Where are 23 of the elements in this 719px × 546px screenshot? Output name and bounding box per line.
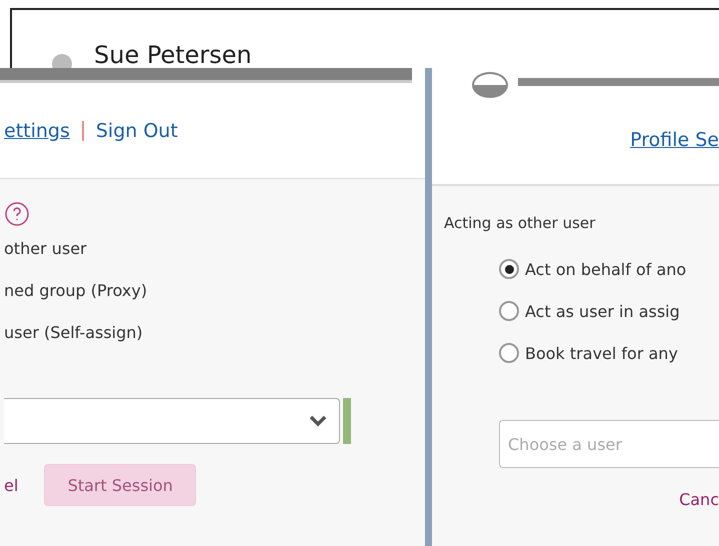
- help-icon[interactable]: [4, 201, 30, 227]
- option-label: other user: [4, 238, 88, 260]
- settings-link[interactable]: ettings: [4, 120, 70, 142]
- option-label: user (Self-assign): [4, 322, 144, 344]
- cancel-link[interactable]: el: [4, 476, 18, 494]
- radio-button[interactable]: [499, 343, 519, 363]
- user-field[interactable]: Choose a user: [499, 420, 719, 468]
- avatar-icon: [52, 54, 72, 68]
- profile-settings-link[interactable]: Profile Se: [630, 129, 719, 151]
- chevron-down-icon: [309, 415, 327, 427]
- focus-indicator: [343, 398, 351, 444]
- radio-option[interactable]: Book travel for any: [444, 332, 719, 374]
- panel-title: Acting as other user: [444, 214, 596, 232]
- radio-button[interactable]: [499, 301, 519, 321]
- user-select[interactable]: [4, 398, 340, 444]
- option-label: ned group (Proxy): [4, 280, 148, 302]
- avatar-icon: [472, 72, 508, 98]
- radio-option[interactable]: Act as user in assig: [444, 290, 719, 332]
- radio-option[interactable]: Act on behalf of ano: [444, 248, 719, 290]
- sign-out-link[interactable]: Sign Out: [96, 120, 178, 142]
- radio-button[interactable]: [499, 259, 519, 279]
- user-name: Sue Petersen: [94, 42, 252, 68]
- cancel-link[interactable]: Canc: [679, 490, 719, 509]
